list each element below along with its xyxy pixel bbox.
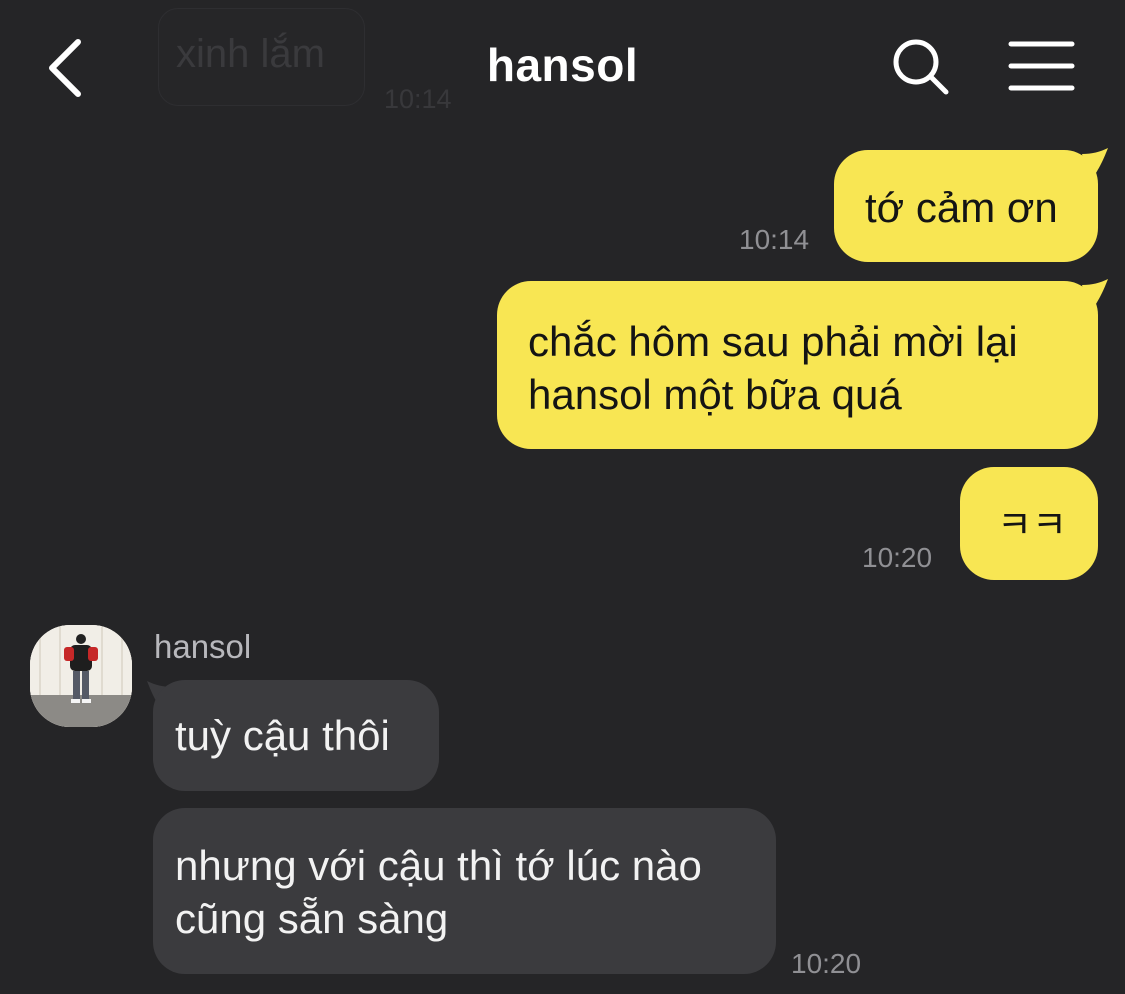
menu-button[interactable] bbox=[1006, 38, 1078, 94]
message-text: tuỳ cậu thôi bbox=[175, 712, 390, 759]
hamburger-menu-icon bbox=[1008, 41, 1075, 91]
message-text: ㅋㅋ bbox=[997, 505, 1067, 547]
avatar-photo bbox=[30, 625, 132, 727]
incoming-message-bubble[interactable]: tuỳ cậu thôi bbox=[153, 680, 439, 791]
search-icon bbox=[893, 39, 949, 95]
search-button[interactable] bbox=[888, 34, 954, 100]
avatar[interactable] bbox=[30, 625, 132, 727]
outgoing-message-bubble[interactable]: tớ cảm ơn bbox=[834, 150, 1098, 262]
message-time: 10:14 bbox=[739, 224, 810, 255]
outgoing-message-bubble[interactable]: ㅋㅋ bbox=[960, 467, 1098, 580]
sender-name: hansol bbox=[154, 628, 252, 665]
incoming-message-bubble[interactable]: nhưng với cậu thì tớ lúc nào cũng sẵn sà… bbox=[153, 808, 776, 974]
bubble-tail bbox=[1082, 148, 1108, 182]
bubble-tail bbox=[1082, 279, 1108, 313]
outgoing-message-bubble[interactable]: chắc hôm sau phải mời lại hansol một bữa… bbox=[497, 281, 1098, 449]
message-time: 10:20 bbox=[791, 948, 862, 979]
message-line: cũng sẵn sàng bbox=[175, 895, 449, 942]
chat-header: hansol bbox=[0, 0, 1125, 130]
chat-title: hansol bbox=[486, 39, 639, 91]
message-line: hansol một bữa quá bbox=[528, 371, 902, 418]
message-line: nhưng với cậu thì tớ lúc nào bbox=[175, 842, 702, 889]
message-line: chắc hôm sau phải mời lại bbox=[528, 318, 1018, 365]
message-text: tớ cảm ơn bbox=[865, 184, 1058, 231]
message-time: 10:20 bbox=[862, 542, 933, 573]
